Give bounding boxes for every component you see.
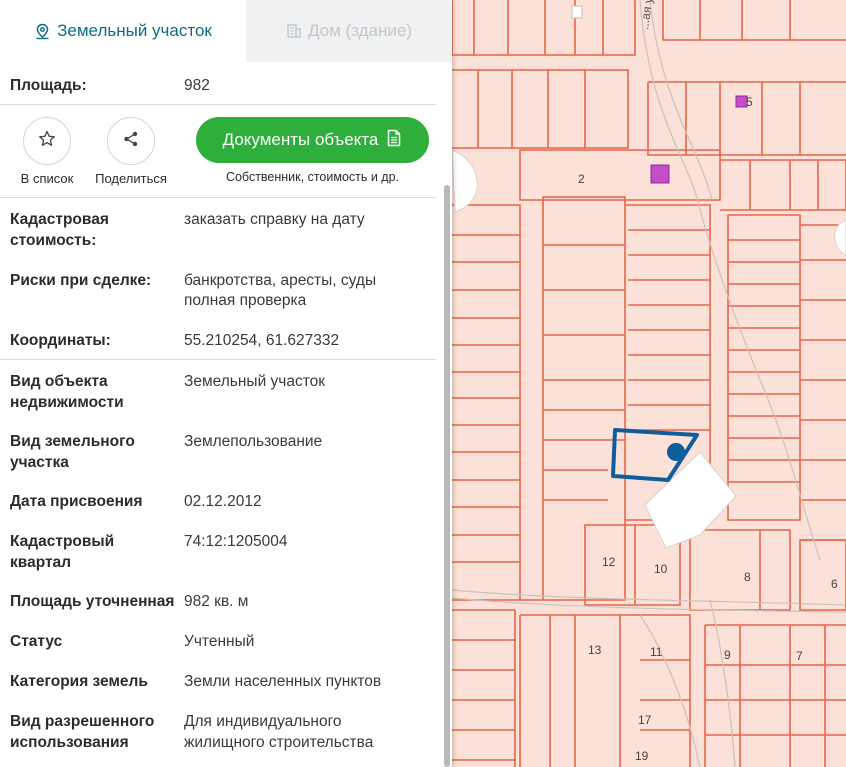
- full-check-link[interactable]: полная проверка: [184, 290, 434, 311]
- detail-value: 74:12:1205004: [184, 533, 288, 550]
- panel-scrollbar[interactable]: [444, 185, 450, 767]
- detail-value: Земли населенных пунктов: [184, 673, 382, 690]
- document-icon: [386, 129, 402, 152]
- parcel-number: 9: [724, 648, 731, 662]
- tab-land-plot[interactable]: Земельный участок: [0, 0, 246, 62]
- tab-house-building[interactable]: Дом (здание): [246, 0, 452, 62]
- parcel-number: 11: [650, 645, 663, 659]
- detail-label: Дата присвоения: [10, 493, 143, 510]
- share-label[interactable]: Поделиться: [86, 171, 176, 186]
- parcel-number: 2: [578, 172, 585, 186]
- star-icon: [37, 129, 57, 154]
- detail-label: Вид разрешенного использования: [10, 713, 155, 751]
- detail-value: Для индивидуального жилищного строительс…: [184, 713, 374, 751]
- add-to-list-label[interactable]: В список: [2, 171, 92, 186]
- parcel-number: 7: [796, 649, 803, 663]
- detail-label: Вид объекта недвижимости: [10, 373, 124, 411]
- share-icon: [122, 130, 140, 153]
- order-statement-link[interactable]: заказать справку на дату: [184, 209, 434, 230]
- parcel-number: 5: [746, 95, 753, 109]
- tab-land-plot-label: Земельный участок: [57, 21, 212, 40]
- divider: [0, 359, 436, 360]
- parcel-number: 19: [635, 749, 649, 763]
- add-to-list-button[interactable]: [23, 117, 71, 165]
- detail-label: Статус: [10, 633, 63, 650]
- parcel-number: 17: [638, 713, 652, 727]
- risks-value: банкротства, аресты, суды: [184, 272, 377, 289]
- object-documents-button[interactable]: Документы объекта: [196, 117, 429, 163]
- detail-value: Землепользование: [184, 433, 323, 450]
- detail-label: Категория земель: [10, 673, 148, 690]
- tab-house-building-label: Дом (здание): [307, 21, 413, 40]
- parcel-number: 12: [602, 555, 616, 569]
- map-pin-icon: [34, 23, 51, 40]
- detail-value: Земельный участок: [184, 373, 326, 390]
- map-scale-marker: [571, 5, 583, 19]
- tab-bar: Земельный участок Дом (здание): [0, 0, 452, 62]
- active-tab-indicator: [0, 59, 246, 62]
- area-value: 982: [184, 77, 210, 94]
- building-icon: [286, 23, 302, 39]
- risks-label: Риски при сделке:: [10, 272, 152, 289]
- coordinates-label: Координаты:: [10, 332, 111, 349]
- area-label: Площадь:: [10, 77, 87, 94]
- share-button[interactable]: [107, 117, 155, 165]
- detail-label: Вид земельного участка: [10, 433, 135, 471]
- parcel-number: 10: [654, 562, 668, 576]
- documents-button-label: Документы объекта: [222, 130, 379, 149]
- divider: [0, 197, 436, 198]
- building-marker[interactable]: [650, 164, 670, 184]
- cadastral-cost-label: Кадастровая стоимость:: [10, 211, 109, 249]
- divider: [0, 104, 436, 105]
- coordinates-value: 55.210254, 61.627332: [184, 332, 340, 349]
- parcel-number: 13: [588, 643, 602, 657]
- detail-value: 02.12.2012: [184, 493, 262, 510]
- property-info-panel: Земельный участок Дом (здание) Площадь: …: [0, 0, 452, 767]
- documents-subtitle: Собственник, стоимость и др.: [225, 170, 400, 184]
- selected-parcel-marker[interactable]: [667, 443, 685, 461]
- parcel-number: 6: [831, 577, 838, 591]
- parcel-number: 8: [744, 570, 751, 584]
- detail-label: Площадь уточненная: [10, 593, 175, 610]
- detail-label: Кадастровый квартал: [10, 533, 115, 571]
- detail-value: Учтенный: [184, 633, 255, 650]
- detail-value: 982 кв. м: [184, 593, 249, 610]
